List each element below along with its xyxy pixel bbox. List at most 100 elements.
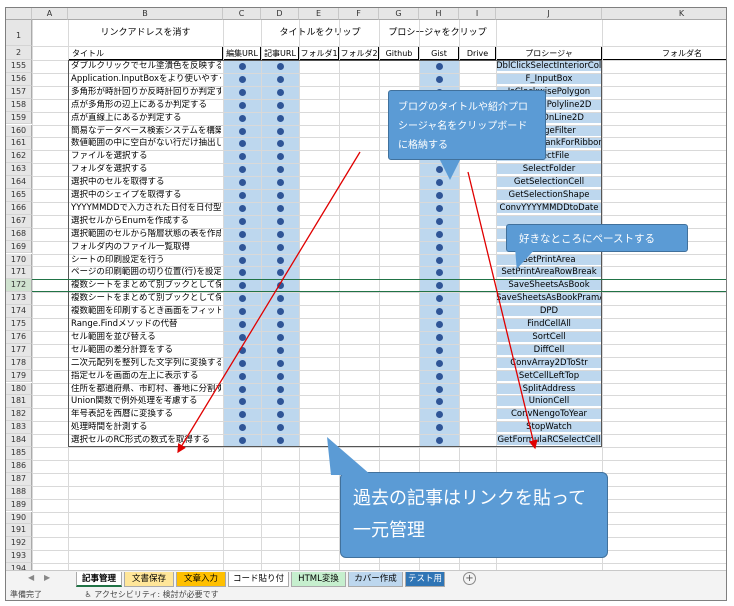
gist-dot-icon[interactable] bbox=[435, 282, 443, 290]
gist-dot-icon[interactable] bbox=[435, 63, 443, 70]
title-cell[interactable]: 選択中のシェイプを取得する bbox=[68, 189, 221, 201]
gist-dot-icon[interactable] bbox=[435, 192, 443, 199]
procedure-cell[interactable]: UnionCell bbox=[496, 395, 602, 408]
procedure-cell[interactable]: DPD bbox=[496, 305, 602, 318]
gist-dot-icon[interactable] bbox=[435, 308, 443, 316]
link-dot-icon[interactable] bbox=[238, 166, 246, 174]
title-cell[interactable]: フォルダを選択する bbox=[68, 163, 221, 175]
row-header[interactable]: 191 bbox=[6, 524, 32, 538]
title-cell[interactable]: 選択中のセルを取得する bbox=[68, 176, 221, 188]
link-dot-icon[interactable] bbox=[238, 204, 246, 212]
link-dot-icon[interactable] bbox=[276, 372, 284, 380]
row-header[interactable]: 174 bbox=[6, 305, 32, 318]
link-dot-icon[interactable] bbox=[276, 385, 284, 393]
link-dot-icon[interactable] bbox=[238, 282, 246, 290]
link-dot-icon[interactable] bbox=[238, 127, 246, 135]
link-dot-icon[interactable] bbox=[238, 230, 246, 238]
link-dot-icon[interactable] bbox=[238, 321, 246, 328]
column-header[interactable]: D bbox=[261, 8, 299, 20]
link-dot-icon[interactable] bbox=[238, 75, 246, 83]
gist-dot-icon[interactable] bbox=[435, 204, 443, 212]
title-cell[interactable]: 簡易なデータベース検索システムを構築する bbox=[68, 125, 221, 137]
link-dot-icon[interactable] bbox=[276, 437, 284, 445]
link-dot-icon[interactable] bbox=[276, 166, 284, 174]
gist-dot-icon[interactable] bbox=[435, 256, 443, 264]
link-dot-icon[interactable] bbox=[238, 153, 246, 161]
link-dot-icon[interactable] bbox=[238, 398, 246, 406]
row-header[interactable]: 2 bbox=[6, 46, 32, 60]
column-header[interactable]: I bbox=[459, 8, 496, 20]
link-dot-icon[interactable] bbox=[238, 217, 246, 225]
link-dot-icon[interactable] bbox=[238, 385, 246, 393]
procedure-cell[interactable]: GetFormulaRCSelectCell bbox=[496, 434, 602, 447]
link-dot-icon[interactable] bbox=[276, 179, 284, 187]
sheet-tab[interactable]: 文書保存 bbox=[124, 572, 174, 587]
title-cell[interactable]: Application.InputBoxをより使いやすくする bbox=[68, 73, 221, 85]
row-header[interactable]: 177 bbox=[6, 343, 32, 357]
link-dot-icon[interactable] bbox=[238, 179, 246, 187]
row-header[interactable]: 166 bbox=[6, 201, 32, 215]
title-cell[interactable]: Range.Findメソッドの代替 bbox=[68, 318, 221, 330]
accessibility-status[interactable]: アクセシビリティ: 検討が必要です bbox=[94, 590, 218, 599]
procedure-cell[interactable]: GetSelectionShape bbox=[496, 189, 602, 201]
link-dot-icon[interactable] bbox=[276, 230, 284, 238]
link-dot-icon[interactable] bbox=[276, 256, 284, 264]
link-dot-icon[interactable] bbox=[276, 282, 284, 290]
procedure-cell[interactable]: SelectFolder bbox=[496, 163, 602, 176]
title-cell[interactable]: 年号表記を西暦に変換する bbox=[68, 408, 221, 420]
link-dot-icon[interactable] bbox=[276, 192, 284, 199]
link-dot-icon[interactable] bbox=[238, 269, 246, 277]
title-cell[interactable]: YYYYMMDDで入力された日付を日付型に変換する bbox=[68, 202, 221, 214]
row-header[interactable]: 186 bbox=[6, 459, 32, 473]
select-all-corner[interactable] bbox=[6, 8, 32, 20]
row-header[interactable]: 181 bbox=[6, 395, 32, 409]
sheet-tab[interactable]: 記事管理 bbox=[76, 572, 122, 587]
procedure-cell[interactable]: DblClickSelectInteriorColor bbox=[496, 60, 602, 72]
title-cell[interactable]: 点が多角形の辺上にあるか判定する bbox=[68, 99, 221, 111]
link-dot-icon[interactable] bbox=[238, 88, 246, 96]
row-header[interactable]: 165 bbox=[6, 189, 32, 202]
gist-dot-icon[interactable] bbox=[435, 321, 443, 328]
column-header[interactable]: H bbox=[419, 8, 459, 20]
procedure-cell[interactable]: SortCell bbox=[496, 330, 602, 343]
link-dot-icon[interactable] bbox=[238, 333, 246, 341]
link-dot-icon[interactable] bbox=[238, 101, 246, 109]
link-dot-icon[interactable] bbox=[276, 398, 284, 406]
row-header[interactable]: 193 bbox=[6, 550, 32, 564]
sheet-tab[interactable]: カバー作成 bbox=[348, 572, 403, 587]
row-header[interactable]: 1 bbox=[6, 20, 32, 46]
column-header[interactable]: F bbox=[339, 8, 379, 20]
procedure-cell[interactable]: SplitAddress bbox=[496, 382, 602, 395]
title-cell[interactable]: 多角形が時計回りか反時計回りか判定する bbox=[68, 86, 221, 98]
row-header[interactable]: 179 bbox=[6, 369, 32, 383]
link-dot-icon[interactable] bbox=[276, 140, 284, 148]
title-cell[interactable]: セル範囲の差分計算をする bbox=[68, 344, 221, 356]
row-header[interactable]: 189 bbox=[6, 498, 32, 512]
link-dot-icon[interactable] bbox=[238, 372, 246, 380]
link-dot-icon[interactable] bbox=[238, 346, 246, 354]
link-dot-icon[interactable] bbox=[276, 153, 284, 161]
sheet-tab[interactable]: 文章入力 bbox=[176, 572, 226, 587]
link-dot-icon[interactable] bbox=[238, 114, 246, 122]
clip-title-button[interactable]: タイトルをクリップ bbox=[261, 27, 379, 40]
link-dot-icon[interactable] bbox=[276, 424, 284, 432]
row-header[interactable]: 169 bbox=[6, 240, 32, 254]
link-dot-icon[interactable] bbox=[276, 75, 284, 83]
title-cell[interactable]: 二次元配列を整列した文字列に変換する bbox=[68, 357, 221, 369]
sheet-tab[interactable]: テスト用 bbox=[405, 572, 445, 587]
link-dot-icon[interactable] bbox=[276, 411, 284, 419]
link-dot-icon[interactable] bbox=[276, 346, 284, 354]
title-cell[interactable]: Union関数で例外処理を考慮する bbox=[68, 395, 221, 407]
gist-dot-icon[interactable] bbox=[435, 295, 443, 303]
row-header[interactable]: 194 bbox=[6, 563, 32, 570]
row-header[interactable]: 168 bbox=[6, 227, 32, 241]
column-header[interactable]: K bbox=[602, 8, 726, 20]
gist-dot-icon[interactable] bbox=[435, 269, 443, 277]
title-cell[interactable]: 処理時間を計測する bbox=[68, 421, 221, 433]
link-dot-icon[interactable] bbox=[238, 437, 246, 445]
gist-dot-icon[interactable] bbox=[435, 217, 443, 225]
row-header[interactable]: 176 bbox=[6, 330, 32, 344]
row-header[interactable]: 162 bbox=[6, 150, 32, 164]
column-header[interactable]: J bbox=[496, 8, 602, 20]
procedure-cell[interactable]: ConvArray2DToStr bbox=[496, 356, 602, 369]
